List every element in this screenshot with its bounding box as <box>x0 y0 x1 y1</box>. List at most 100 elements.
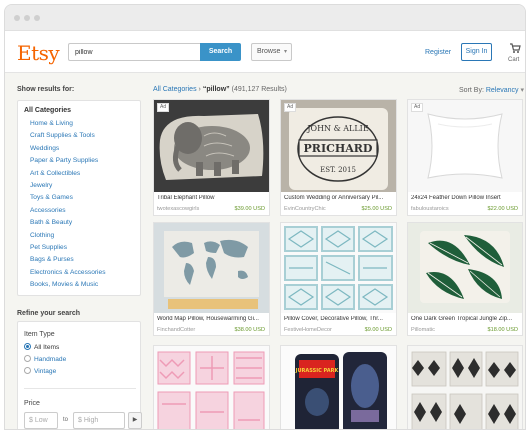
search-input[interactable] <box>68 43 200 61</box>
play-arrow-icon: ▶ <box>132 417 138 423</box>
listing-card[interactable]: JOHN & ALLIE PRICHARD EST. 2015 Ad Custo… <box>280 99 397 216</box>
listing-title[interactable]: World Map Pillow, Housewarming Gi... <box>157 316 267 322</box>
listing-title[interactable]: Custom Wedding or Anniversary Pil... <box>284 195 394 201</box>
browse-dropdown[interactable]: Browse ▾ <box>251 43 292 61</box>
listing-image-ikat-pillows[interactable] <box>408 346 522 429</box>
listing-image-elephant[interactable] <box>154 100 269 192</box>
listing-image-world-map[interactable] <box>154 223 269 313</box>
category-item[interactable]: Clothing <box>30 232 106 244</box>
item-type-label: Item Type <box>24 331 55 338</box>
radio-label: Handmade <box>34 356 67 363</box>
category-item[interactable]: Books, Movies & Music <box>30 281 106 293</box>
category-item[interactable]: Paper & Party Supplies <box>30 157 106 169</box>
pillow-text-est: EST. 2015 <box>320 166 356 174</box>
category-item[interactable]: Bags & Purses <box>30 256 106 268</box>
category-item[interactable]: Art & Collectibles <box>30 170 106 182</box>
price-go-button[interactable]: ▶ <box>128 412 142 429</box>
listing-card[interactable] <box>153 345 270 429</box>
listing-image-pink-pillows[interactable] <box>154 346 269 429</box>
listing-shop[interactable]: EvinCountryChic <box>284 206 326 212</box>
ad-badge: Ad <box>157 103 170 112</box>
movie-title-text: JURASSIC PARK <box>295 368 340 374</box>
listing-price: $18.00 USD <box>487 327 518 333</box>
results-count: (491,127 Results) <box>231 86 287 93</box>
chevron-down-icon: ▾ <box>520 87 525 94</box>
listing-price: $25.00 USD <box>361 206 392 212</box>
etsy-logo[interactable]: Etsy <box>17 41 60 65</box>
category-item[interactable]: Electronics & Accessories <box>30 269 106 281</box>
listing-card[interactable]: One Dark Green Tropical Jungle Zip... Pi… <box>407 222 523 336</box>
window-dot[interactable] <box>34 15 40 21</box>
category-item[interactable]: Pet Supplies <box>30 244 106 256</box>
breadcrumb: All Categories › “pillow” (491,127 Resul… <box>153 86 287 93</box>
listing-title[interactable]: One Dark Green Tropical Jungle Zip... <box>411 316 521 322</box>
listing-image-pillow-insert[interactable] <box>408 100 522 192</box>
listing-card[interactable]: Ad Tribal Elephant Pillow twotexascowgir… <box>153 99 270 216</box>
price-label: Price <box>24 400 40 407</box>
category-all[interactable]: All Categories <box>24 107 71 114</box>
sort-control[interactable]: Sort By: Relevancy ▾ <box>459 86 524 94</box>
ad-badge: Ad <box>284 103 297 112</box>
pillow-text-surname: PRICHARD <box>304 142 373 155</box>
listing-image-movie-pillows[interactable]: JURASSIC PARK <box>281 346 396 429</box>
listing-shop[interactable]: fabuloustaroics <box>411 206 449 212</box>
search-button[interactable]: Search <box>200 43 241 61</box>
window-chrome <box>5 5 525 31</box>
radio-vintage[interactable]: Vintage <box>24 367 56 375</box>
listing-shop[interactable]: twotexascowgirls <box>157 206 199 212</box>
listing-card[interactable]: Ad 24x24 Feather Down Pillow Insert fabu… <box>407 99 523 216</box>
cart-icon[interactable] <box>509 42 521 54</box>
browser-window: Etsy Search Browse ▾ Register Sign In Ca… <box>4 4 526 430</box>
category-item[interactable]: Weddings <box>30 145 106 157</box>
window-dot[interactable] <box>24 15 30 21</box>
site-header: Etsy Search Browse ▾ Register Sign In Ca… <box>5 31 525 73</box>
radio-icon <box>24 367 31 374</box>
category-item[interactable]: Home & Living <box>30 120 106 132</box>
listing-title[interactable]: 24x24 Feather Down Pillow Insert <box>411 195 521 201</box>
sign-in-button[interactable]: Sign In <box>461 43 492 61</box>
radio-handmade[interactable]: Handmade <box>24 355 66 363</box>
listing-price: $38.00 USD <box>234 327 265 333</box>
listing-card[interactable]: World Map Pillow, Housewarming Gi... Fin… <box>153 222 270 336</box>
price-high-input[interactable]: $ High <box>73 412 125 429</box>
chevron-down-icon: ▾ <box>283 49 287 55</box>
listing-image-tropical-pillow[interactable] <box>408 223 522 313</box>
window-dot[interactable] <box>14 15 20 21</box>
radio-selected-icon <box>24 343 31 350</box>
listing-title[interactable]: Tribal Elephant Pillow <box>157 195 267 201</box>
listing-shop[interactable]: Pillomatic <box>411 327 435 333</box>
category-item[interactable]: Bath & Beauty <box>30 219 106 231</box>
listing-image-custom-wedding[interactable]: JOHN & ALLIE PRICHARD EST. 2015 <box>281 100 396 192</box>
listing-image-pillow-covers[interactable] <box>281 223 396 313</box>
listing-card[interactable]: JURASSIC PARK <box>280 345 397 429</box>
radio-icon <box>24 355 31 362</box>
category-item[interactable]: Jewelry <box>30 182 106 194</box>
category-item[interactable]: Craft Supplies & Tools <box>30 132 106 144</box>
listing-price: $39.00 USD <box>234 206 265 212</box>
price-to-label: to <box>63 417 69 423</box>
category-item[interactable]: Accessories <box>30 207 106 219</box>
divider <box>24 388 136 389</box>
sort-label: Sort By: <box>459 87 484 94</box>
breadcrumb-all-categories[interactable]: All Categories <box>153 86 197 93</box>
listing-shop[interactable]: FinchandCotter <box>157 327 195 333</box>
price-low-input[interactable]: $ Low <box>24 412 58 429</box>
browse-label: Browse <box>257 48 281 55</box>
sort-value[interactable]: Relevancy <box>486 87 519 94</box>
search-query: “pillow” <box>202 86 230 93</box>
listing-price: $22.00 USD <box>487 206 518 212</box>
cart-label[interactable]: Cart <box>508 57 519 63</box>
listing-title[interactable]: Pillow Cover, Decorative Pillow, Thr... <box>284 316 394 322</box>
show-results-heading: Show results for: <box>17 86 75 93</box>
radio-all-items[interactable]: All Items <box>24 343 59 351</box>
category-item[interactable]: Toys & Games <box>30 194 106 206</box>
radio-label: Vintage <box>34 368 57 375</box>
listing-card[interactable] <box>407 345 523 429</box>
ad-badge: Ad <box>411 103 424 112</box>
register-link[interactable]: Register <box>425 49 451 56</box>
category-panel: All Categories Home & Living Craft Suppl… <box>17 100 141 296</box>
category-list: Home & Living Craft Supplies & Tools Wed… <box>30 120 106 293</box>
pillow-text-names: JOHN & ALLIE <box>306 124 369 133</box>
listing-shop[interactable]: FestiveHomeDecor <box>284 327 332 333</box>
listing-card[interactable]: Pillow Cover, Decorative Pillow, Thr... … <box>280 222 397 336</box>
